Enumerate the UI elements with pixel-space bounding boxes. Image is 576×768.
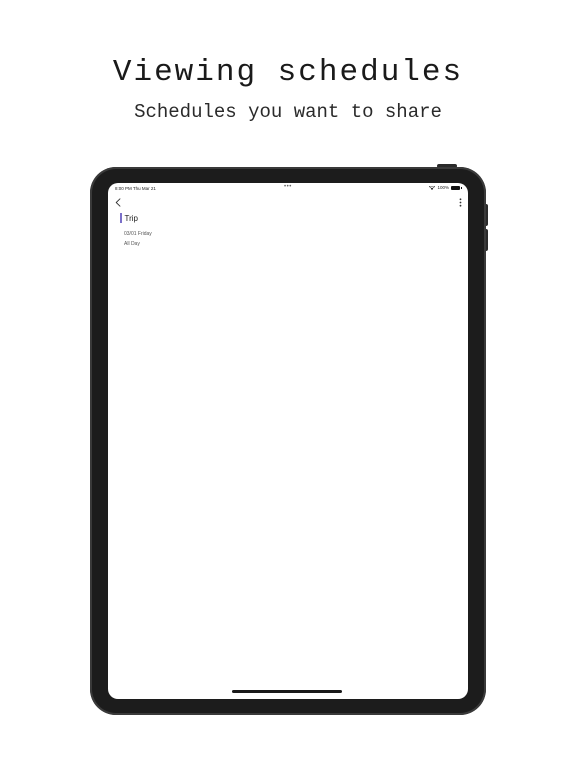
wifi-icon: [429, 185, 436, 190]
more-options-button[interactable]: [455, 196, 465, 208]
vertical-ellipsis-icon: [459, 197, 461, 207]
event-title: Trip: [124, 213, 138, 223]
status-right-group: 100%: [429, 185, 462, 190]
status-time: 8:00 PM Thu Mar 21: [115, 186, 156, 191]
back-button[interactable]: [112, 196, 124, 208]
tablet-frame: 8:00 PM Thu Mar 21 ••• 100% Trip 03/01 F…: [90, 167, 486, 715]
multitasking-dots[interactable]: •••: [284, 184, 292, 190]
tablet-screen: 8:00 PM Thu Mar 21 ••• 100% Trip 03/01 F…: [108, 183, 468, 699]
battery-icon: [451, 185, 462, 190]
promo-subheadline: Schedules you want to share: [134, 101, 442, 123]
promo-headline: Viewing schedules: [112, 55, 464, 90]
event-all-day: All Day: [124, 241, 140, 247]
event-color-bar: [120, 213, 122, 223]
event-detail: Trip 03/01 Friday All Day: [120, 213, 152, 247]
status-bar: 8:00 PM Thu Mar 21 ••• 100%: [108, 183, 468, 193]
event-date: 03/01 Friday: [124, 231, 152, 237]
chevron-left-icon: [115, 197, 121, 207]
event-title-row: Trip: [120, 213, 138, 223]
battery-percent: 100%: [437, 185, 449, 190]
home-indicator[interactable]: [232, 690, 342, 693]
